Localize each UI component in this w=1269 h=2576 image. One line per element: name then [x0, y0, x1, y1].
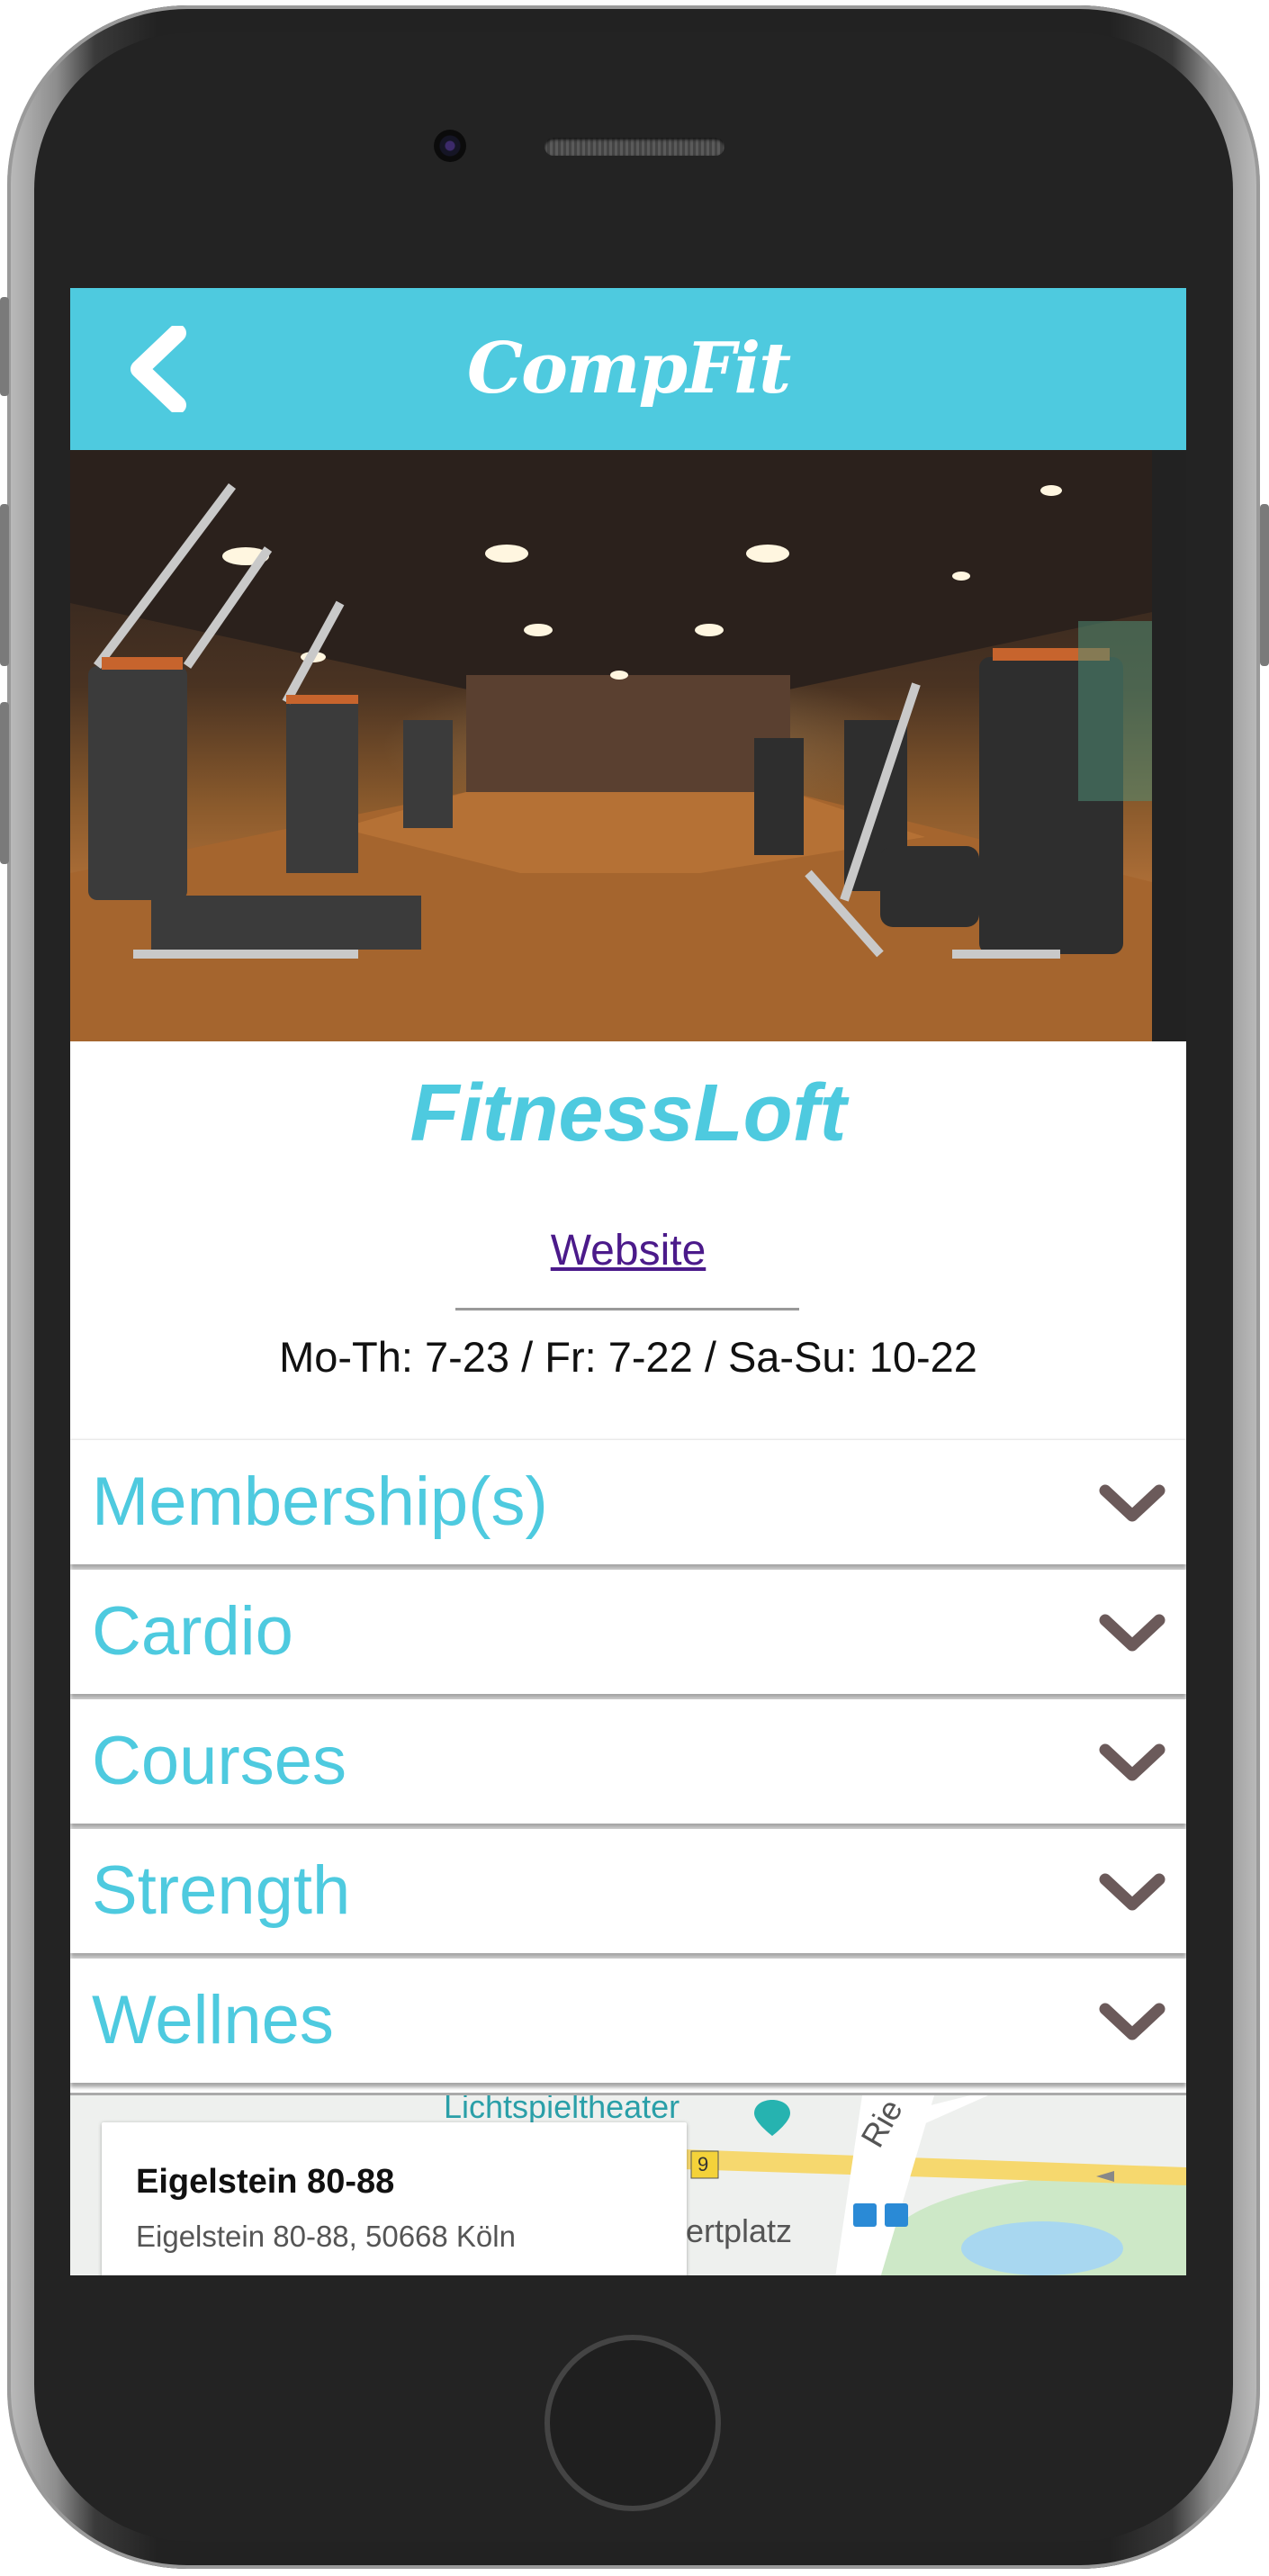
- website-link[interactable]: Website: [70, 1224, 1186, 1278]
- mute-switch: [0, 297, 9, 396]
- app-header: CompFit: [70, 288, 1186, 450]
- power-button: [1260, 504, 1269, 666]
- chevron-down-icon: [1099, 1873, 1166, 1911]
- home-button[interactable]: [544, 2335, 721, 2511]
- volume-up-button: [0, 504, 9, 666]
- map-place-title: Eigelstein 80-88: [136, 2163, 395, 2201]
- accordion-label: Courses: [92, 1723, 346, 1799]
- gym-interior-illustration: [70, 450, 1152, 1041]
- accordion-item-wellnes[interactable]: Wellnes: [70, 1959, 1186, 2083]
- map-place-address: Eigelstein 80-88, 50668 Köln: [136, 2220, 516, 2253]
- location-map[interactable]: Lichtspieltheater 9 Rie ertplatz Eigelst…: [70, 2093, 1186, 2275]
- brand-logo: CompFit: [466, 328, 791, 410]
- app-screen: CompFit FitnessLoft Website Mo-Th: 7-23 …: [70, 288, 1186, 2275]
- map-poi-label: Lichtspieltheater: [444, 2093, 680, 2125]
- map-square-label: ertplatz: [686, 2212, 793, 2249]
- accordion-label: Strength: [92, 1852, 351, 1929]
- accordion-label: Membership(s): [92, 1464, 548, 1540]
- accordion-label: Wellnes: [92, 1982, 334, 2058]
- gym-photo: [70, 450, 1186, 1041]
- accordion-label: Cardio: [92, 1593, 293, 1670]
- accordion-item-memberships[interactable]: Membership(s): [70, 1440, 1186, 1564]
- volume-down-button: [0, 702, 9, 864]
- earpiece-speaker: [544, 138, 724, 156]
- gym-title: FitnessLoft: [410, 1068, 847, 1158]
- section-accordion: Membership(s) Cardio Courses Strength We…: [70, 1440, 1186, 2088]
- map-place-card[interactable]: Eigelstein 80-88 Eigelstein 80-88, 50668…: [102, 2122, 687, 2275]
- chevron-down-icon: [1099, 1614, 1166, 1652]
- divider: [455, 1308, 799, 1311]
- chevron-down-icon: [1099, 2003, 1166, 2040]
- accordion-item-strength[interactable]: Strength: [70, 1829, 1186, 1953]
- accordion-item-cardio[interactable]: Cardio: [70, 1570, 1186, 1694]
- opening-hours: Mo-Th: 7-23 / Fr: 7-22 / Sa-Su: 10-22: [279, 1333, 977, 1381]
- map-road-number: 9: [698, 2153, 709, 2175]
- photo-edge: [1152, 450, 1186, 1041]
- accordion-item-courses[interactable]: Courses: [70, 1699, 1186, 1824]
- chevron-down-icon: [1099, 1484, 1166, 1522]
- chevron-down-icon: [1099, 1743, 1166, 1781]
- front-camera: [434, 130, 466, 162]
